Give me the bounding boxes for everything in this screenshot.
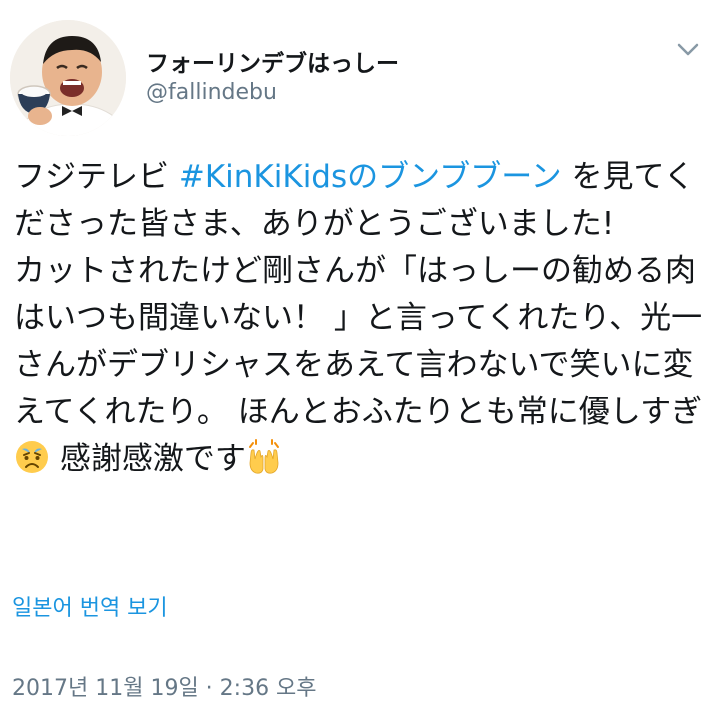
tweet-text-segment: フジテレビ [14,159,179,195]
hashtag-link[interactable]: #KinKiKidsのブンブブーン [179,159,562,195]
user-handle[interactable]: @fallindebu [146,80,277,105]
tweet-header: フォーリンデブはっしー @fallindebu [0,0,720,150]
translate-tweet-link[interactable]: 일본어 번역 보기 [12,590,168,622]
chevron-down-icon[interactable] [674,38,702,62]
tweet-text-segment: 感謝感激です [50,441,246,477]
avatar[interactable] [10,20,126,136]
profile-photo [10,20,126,136]
tweet-timestamp[interactable]: 2017년 11월 19일 · 2:36 오후 [12,670,317,702]
display-name[interactable]: フォーリンデブはっしー [146,44,399,78]
crying-face-emoji-icon [14,439,50,475]
raising-hands-emoji-icon [246,439,282,475]
tweet-text: フジテレビ #KinKiKidsのブンブブーン を見てくださった皆さま、ありがと… [14,154,704,483]
tweet-text-segment: を見てくださった皆さま、ありがとうございました! カットされたけど剛さんが「はっ… [14,159,703,430]
